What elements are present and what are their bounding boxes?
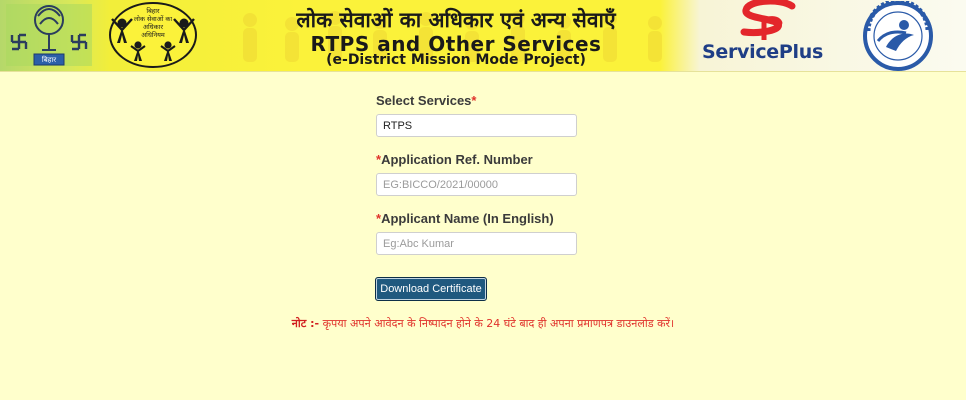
rtps-act-emblem: बिहार लोक सेवाओं का अधिकार अधिनियम — [109, 2, 197, 68]
mission-logo — [863, 1, 933, 71]
required-asterisk: * — [471, 93, 477, 108]
download-certificate-button[interactable]: Download Certificate — [375, 277, 487, 301]
application-ref-number-input[interactable] — [376, 173, 577, 196]
emblem-text-4: अधिनियम — [141, 31, 165, 39]
select-services-label: Select Services* — [376, 93, 477, 108]
header-banner: बिहार बिहार लोक सेवाओं का अधिकार अधिनियम… — [0, 0, 966, 72]
banner-subtitle: (e-District Mission Mode Project) — [326, 52, 586, 68]
note-prefix: नोट :- — [291, 317, 320, 330]
applicant-name-label: *Applicant Name (In English) — [376, 211, 554, 226]
serviceplus-logo-mark — [740, 0, 796, 40]
emblem-text-2: लोक सेवाओं का — [134, 15, 173, 23]
applicant-name-input[interactable] — [376, 232, 577, 255]
bihar-government-logo: बिहार — [6, 4, 92, 66]
note-text: कृपया अपने आवेदन के निष्पादन होने के 24 … — [319, 317, 675, 330]
emblem-text-3: अधिकार — [143, 23, 163, 31]
download-note: नोट :- कृपया अपने आवेदन के निष्पादन होने… — [0, 316, 966, 331]
application-ref-number-label: *Application Ref. Number — [376, 152, 533, 167]
emblem-text-1: बिहार — [146, 7, 160, 15]
certificate-download-form: Select Services* *Application Ref. Numbe… — [376, 93, 596, 255]
banner-title-hindi: लोक सेवाओं का अधिकार एवं अन्य सेवाएँ — [296, 8, 616, 32]
bihar-logo-tag: बिहार — [42, 55, 56, 64]
service-input[interactable] — [376, 114, 577, 137]
serviceplus-brand-text: ServicePlus — [702, 41, 823, 63]
